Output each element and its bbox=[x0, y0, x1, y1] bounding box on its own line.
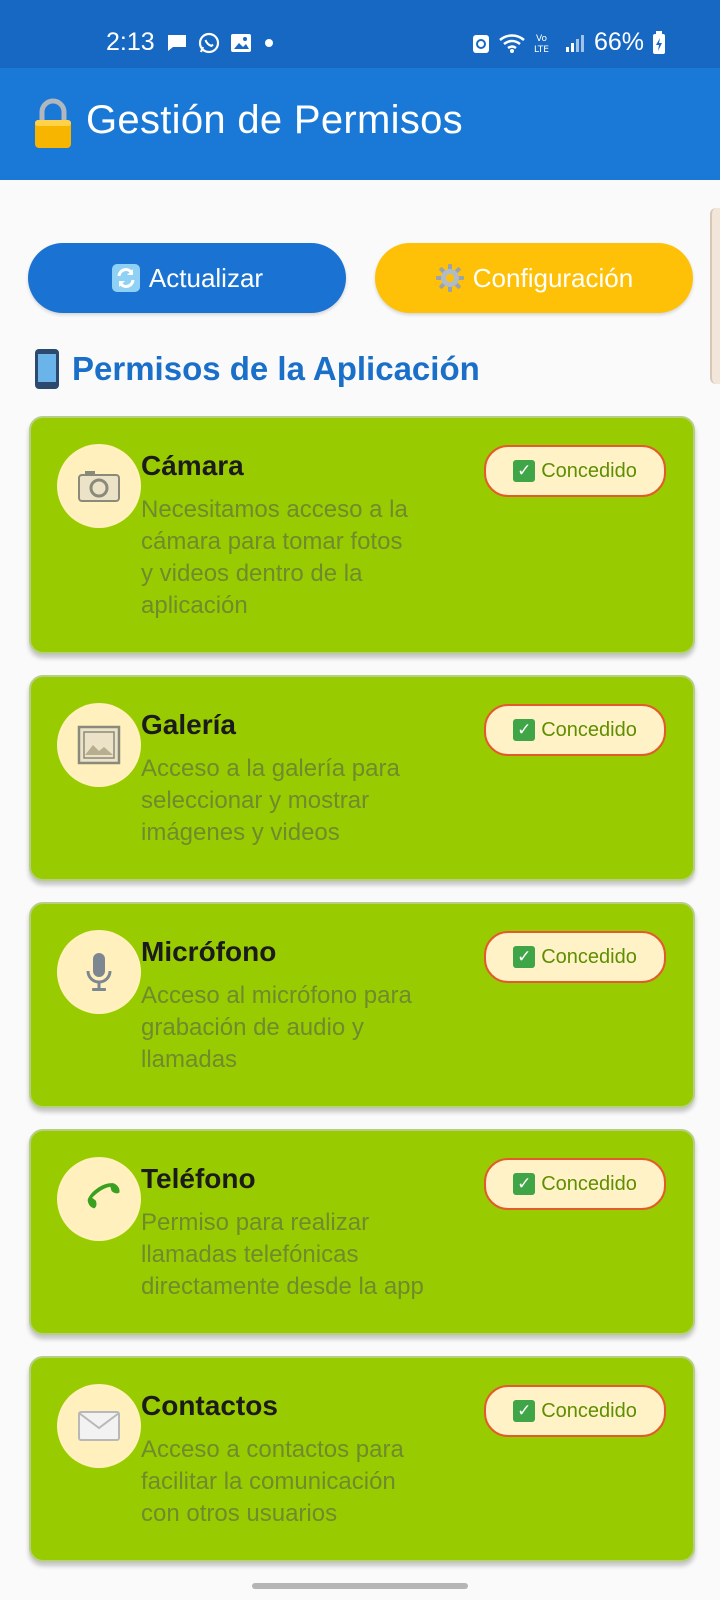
gallery-icon-circle bbox=[57, 703, 141, 787]
dot-icon bbox=[265, 39, 273, 47]
description-line: directamente desde la app bbox=[141, 1273, 424, 1300]
recycle-icon bbox=[472, 34, 489, 53]
status-badge: ✓ Concedido bbox=[484, 704, 666, 756]
phone-handset-icon bbox=[87, 1183, 120, 1209]
description-line: imágenes y videos bbox=[141, 819, 340, 846]
description-line: grabación de audio y bbox=[141, 1014, 364, 1041]
status-badge: ✓ Concedido bbox=[484, 1385, 666, 1437]
status-badge: ✓ Concedido bbox=[484, 445, 666, 497]
status-badge: ✓ Concedido bbox=[484, 1158, 666, 1210]
envelope-icon-circle bbox=[57, 1384, 141, 1468]
scroll-indicator[interactable] bbox=[710, 208, 720, 384]
notification-icons bbox=[166, 32, 276, 54]
gear-icon bbox=[435, 264, 464, 292]
description-line: Acceso a contactos para bbox=[141, 1436, 404, 1463]
camera-icon bbox=[78, 471, 120, 502]
permission-description: Permiso para realizar llamadas telefónic… bbox=[141, 1207, 461, 1303]
wifi-icon bbox=[499, 33, 525, 53]
permission-card-microphone[interactable]: Micrófono Acceso al micrófono para graba… bbox=[29, 902, 695, 1108]
message-icon bbox=[168, 35, 186, 51]
config-button-label: Configuración bbox=[472, 262, 634, 293]
config-button[interactable]: Configuración bbox=[375, 243, 693, 313]
check-icon: ✓ bbox=[513, 719, 536, 741]
description-line: Acceso al micrófono para bbox=[141, 982, 412, 1009]
status-time: 2:13 bbox=[106, 28, 155, 56]
description-line: con otros usuarios bbox=[141, 1500, 338, 1527]
refresh-button[interactable]: Actualizar bbox=[28, 243, 346, 313]
check-icon: ✓ bbox=[513, 1400, 536, 1422]
section-title: Permisos de la Aplicación bbox=[34, 348, 480, 390]
description-line: Necesitamos acceso a la bbox=[141, 496, 408, 523]
signal-icon bbox=[565, 34, 584, 52]
permission-title: Galería bbox=[141, 709, 236, 740]
permission-card-phone[interactable]: Teléfono Permiso para realizar llamadas … bbox=[29, 1129, 695, 1335]
description-line: seleccionar y mostrar bbox=[141, 787, 370, 814]
permission-title: Cámara bbox=[141, 450, 244, 481]
permission-card-camera[interactable]: Cámara Necesitamos acceso a la cámara pa… bbox=[29, 416, 695, 654]
status-badge-label: Concedido bbox=[541, 945, 637, 968]
description-line: llamadas telefónicas bbox=[141, 1241, 359, 1268]
permission-description: Necesitamos acceso a la cámara para toma… bbox=[141, 494, 461, 622]
description-line: aplicación bbox=[141, 592, 248, 619]
image-icon bbox=[77, 725, 121, 765]
phone-icon bbox=[35, 349, 59, 389]
description-line: llamadas bbox=[141, 1046, 238, 1073]
permission-title: Contactos bbox=[141, 1390, 278, 1421]
check-icon: ✓ bbox=[513, 946, 536, 968]
permission-card-gallery[interactable]: Galería Acceso a la galería para selecci… bbox=[29, 675, 695, 881]
refresh-icon bbox=[111, 264, 140, 292]
check-icon: ✓ bbox=[513, 1173, 536, 1195]
description-line: facilitar la comunicación bbox=[141, 1468, 396, 1495]
permission-description: Acceso a la galería para seleccionar y m… bbox=[141, 753, 461, 849]
gallery-notification-icon bbox=[231, 34, 251, 52]
status-badge: ✓ Concedido bbox=[484, 931, 666, 983]
status-badge-label: Concedido bbox=[541, 1172, 637, 1195]
phone-handset-icon-circle bbox=[57, 1157, 141, 1241]
battery-percent: 66% bbox=[593, 28, 644, 56]
description-line: cámara para tomar fotos bbox=[141, 528, 403, 555]
microphone-icon-circle bbox=[57, 930, 141, 1014]
description-line: y videos dentro de la bbox=[141, 560, 363, 587]
microphone-icon bbox=[86, 953, 112, 991]
navigation-handle[interactable] bbox=[252, 1583, 468, 1589]
lock-icon bbox=[35, 98, 71, 148]
description-line: Acceso a la galería para bbox=[141, 755, 400, 782]
envelope-icon bbox=[78, 1411, 120, 1441]
whatsapp-icon bbox=[198, 32, 220, 54]
permission-card-contacts[interactable]: Contactos Acceso a contactos para facili… bbox=[29, 1356, 695, 1562]
section-title-text: Permisos de la Aplicación bbox=[72, 350, 480, 387]
permission-description: Acceso al micrófono para grabación de au… bbox=[141, 980, 461, 1076]
permission-title: Teléfono bbox=[141, 1163, 256, 1194]
page-title: Gestión de Permisos bbox=[86, 98, 463, 142]
status-bar: 2:13 Vo LTE 66% bbox=[0, 0, 720, 68]
status-badge-label: Concedido bbox=[541, 718, 637, 741]
svg-text:Vo: Vo bbox=[536, 34, 547, 44]
status-badge-label: Concedido bbox=[541, 1399, 637, 1422]
system-icons: Vo LTE 66% bbox=[472, 28, 666, 57]
permission-description: Acceso a contactos para facilitar la com… bbox=[141, 1434, 461, 1530]
check-icon: ✓ bbox=[513, 460, 536, 482]
status-badge-label: Concedido bbox=[541, 459, 637, 482]
battery-icon bbox=[653, 30, 665, 54]
app-bar: Gestión de Permisos bbox=[0, 68, 720, 180]
volte-icon: VoLTE bbox=[534, 34, 549, 54]
description-line: Permiso para realizar bbox=[141, 1209, 370, 1236]
refresh-button-label: Actualizar bbox=[148, 262, 264, 293]
svg-text:LTE: LTE bbox=[534, 45, 549, 54]
permission-title: Micrófono bbox=[141, 936, 277, 967]
camera-icon-circle bbox=[57, 444, 141, 528]
